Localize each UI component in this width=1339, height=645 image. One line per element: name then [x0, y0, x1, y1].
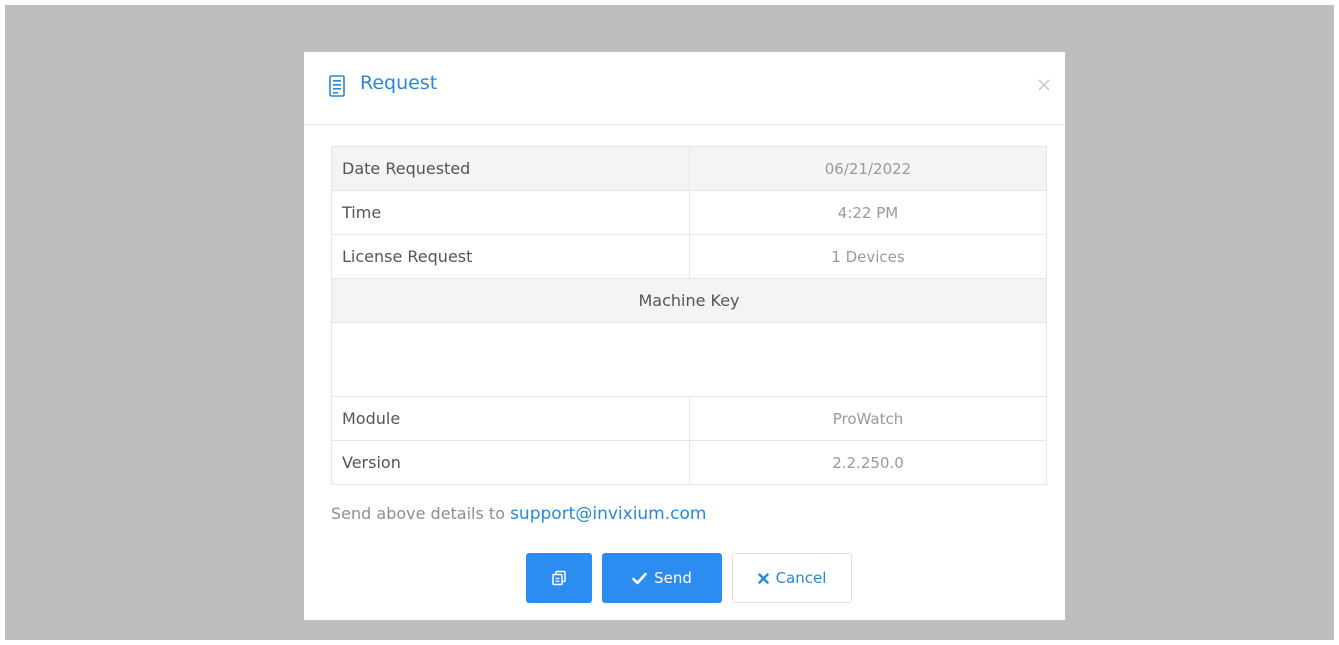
check-icon: [632, 572, 647, 584]
row-label: License Request: [331, 234, 690, 279]
dialog-title: Request: [360, 72, 438, 94]
x-icon: [757, 572, 769, 584]
send-button[interactable]: Send: [602, 553, 722, 603]
send-note-text: Send above details to: [331, 504, 511, 523]
request-details-table: Date Requested 06/21/2022 Time 4:22 PM L…: [331, 146, 1047, 485]
table-row: [331, 322, 1047, 397]
dialog-header: Request: [304, 52, 1065, 125]
row-label: Module: [331, 396, 690, 441]
table-row: Module ProWatch: [331, 396, 1047, 441]
send-note: Send above details to support@invixium.c…: [331, 504, 706, 524]
table-row: Date Requested 06/21/2022: [331, 146, 1047, 191]
row-value: 1 Devices: [689, 234, 1047, 279]
cancel-label: Cancel: [775, 569, 827, 587]
copy-icon: [552, 570, 566, 586]
request-dialog: Request Date Requested 06/21/2022 Time 4…: [304, 52, 1065, 620]
row-value: 06/21/2022: [689, 146, 1047, 191]
close-icon[interactable]: [1035, 76, 1053, 94]
row-label: Date Requested: [331, 146, 690, 191]
copy-button[interactable]: [526, 553, 592, 603]
row-value: ProWatch: [689, 396, 1047, 441]
table-row: Version 2.2.250.0: [331, 440, 1047, 485]
row-label: Version: [331, 440, 690, 485]
row-label: Time: [331, 190, 690, 235]
document-icon: [329, 75, 345, 97]
send-label: Send: [654, 569, 692, 587]
table-row: Time 4:22 PM: [331, 190, 1047, 235]
machine-key-header: Machine Key: [331, 278, 1047, 323]
machine-key-value: [331, 322, 1047, 397]
table-row: Machine Key: [331, 278, 1047, 323]
table-row: License Request 1 Devices: [331, 234, 1047, 279]
cancel-button[interactable]: Cancel: [732, 553, 852, 603]
row-value: 4:22 PM: [689, 190, 1047, 235]
row-value: 2.2.250.0: [689, 440, 1047, 485]
support-email-link[interactable]: support@invixium.com: [510, 504, 706, 524]
